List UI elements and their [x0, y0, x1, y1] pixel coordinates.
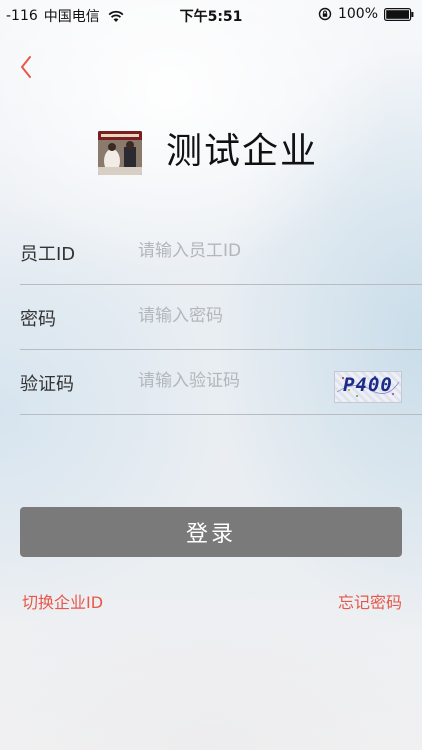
back-chevron-icon — [21, 56, 31, 78]
forgot-password-link[interactable]: 忘记密码 — [338, 589, 402, 613]
status-right: 100% — [318, 6, 414, 22]
battery-percent: 100% — [337, 6, 378, 22]
captcha-row: 验证码 P400 — [20, 350, 422, 415]
captcha-label: 验证码 — [20, 374, 74, 395]
captcha-input[interactable] — [138, 364, 328, 398]
battery-icon — [384, 7, 414, 21]
captcha-code: P400 — [343, 374, 393, 396]
company-name: 测试企业 — [166, 131, 319, 172]
back-button[interactable] — [14, 50, 44, 84]
employee-id-input[interactable] — [138, 234, 398, 268]
captcha-image[interactable]: P400 — [334, 371, 402, 403]
switch-company-link[interactable]: 切换企业ID — [22, 589, 103, 613]
login-button[interactable]: 登录 — [20, 507, 402, 557]
employee-id-row: 员工ID — [20, 220, 422, 285]
status-bar: -116 中国电信 下午5:51 100% — [0, 0, 422, 30]
password-label: 密码 — [20, 309, 56, 330]
company-logo — [98, 131, 142, 175]
password-input[interactable] — [138, 299, 398, 333]
password-row: 密码 — [20, 285, 422, 350]
employee-id-label: 员工ID — [20, 244, 76, 265]
rotation-lock-icon — [318, 7, 332, 21]
